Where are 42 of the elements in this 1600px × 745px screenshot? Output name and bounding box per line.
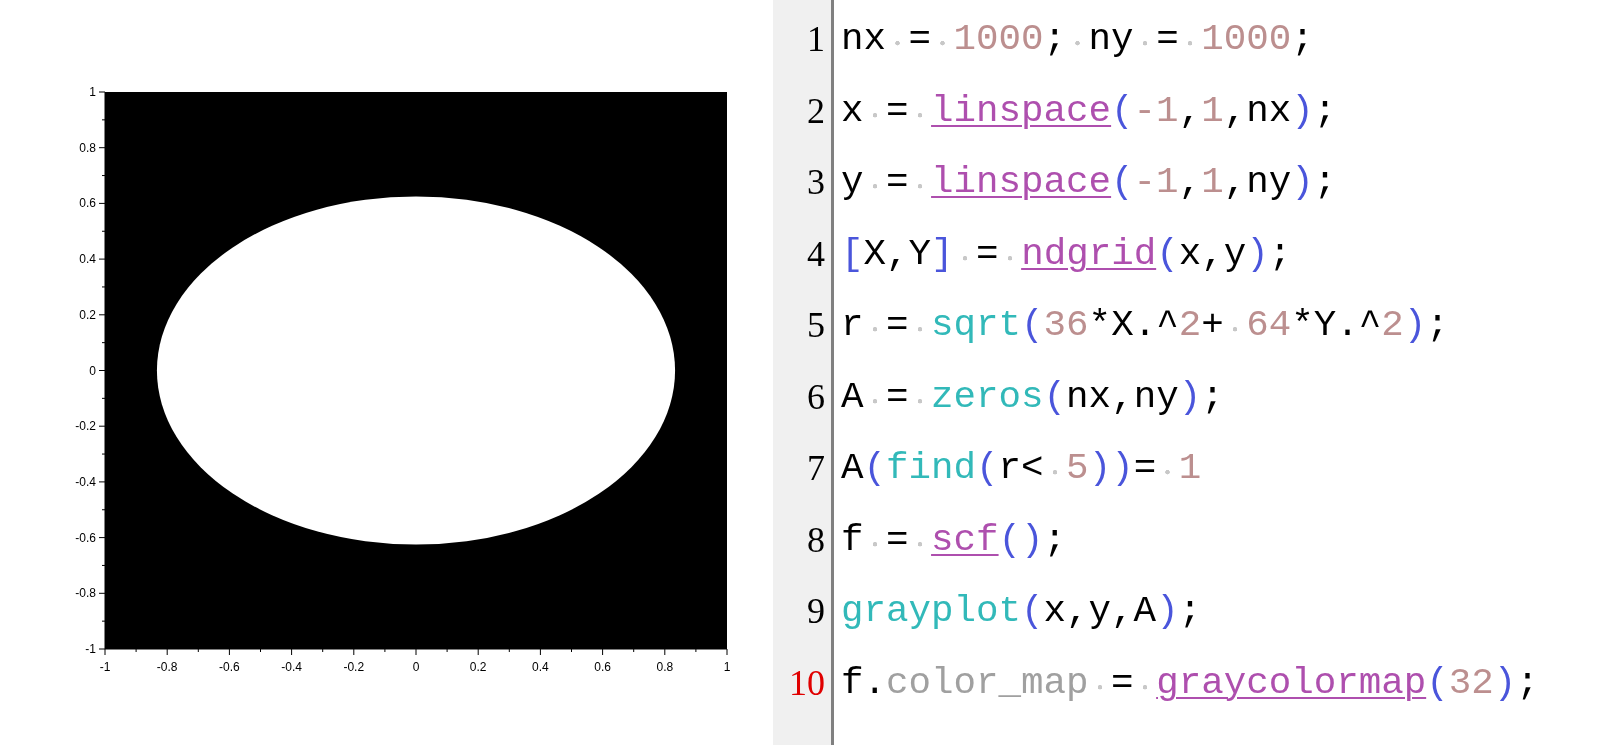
tick-label: 0.2: [469, 660, 487, 674]
code-line: y = linspace(-1,1,ny);: [841, 160, 1337, 205]
tick-label: 0.4: [79, 252, 96, 267]
line-number: 9: [807, 590, 826, 633]
tick-label: -0.2: [75, 419, 96, 434]
code-line: grayplot(x,y,A);: [841, 589, 1202, 634]
tick-label: 0.2: [79, 307, 96, 322]
tick-label: -0.8: [75, 586, 96, 601]
tick-label: 0.6: [79, 196, 96, 211]
tick-label: -1: [99, 660, 111, 674]
tick-label: -0.6: [75, 530, 96, 545]
tick-label: 1: [723, 660, 731, 674]
code-line: [X,Y] = ndgrid(x,y);: [841, 231, 1292, 277]
line-number: 3: [807, 161, 826, 204]
tick-label: 0: [89, 363, 96, 378]
tick-label: 0.4: [532, 660, 549, 674]
line-number: 10: [789, 661, 826, 705]
tick-label: 1: [89, 85, 96, 99]
code-line: r = sqrt(36*X.^2+ 64*Y.^2);: [841, 303, 1449, 348]
tick-label: 0: [412, 660, 420, 674]
line-number: 5: [807, 304, 826, 347]
code-line: nx = 1000; ny = 1000;: [841, 17, 1314, 62]
tick-label: 0.6: [594, 660, 611, 674]
code-line: A(find(r< 5))= 1: [841, 446, 1202, 491]
tick-label: 0.8: [656, 660, 674, 674]
tick-label: -0.6: [219, 660, 240, 674]
line-number: 4: [807, 232, 826, 276]
line-number: 1: [807, 18, 826, 61]
code-line: A = zeros(nx,ny);: [841, 374, 1224, 420]
tick-label: -0.4: [75, 474, 96, 489]
tick-label: -0.8: [156, 660, 178, 674]
code-line: f.color_map = graycolormap(32);: [841, 660, 1539, 706]
tick-label: -1: [85, 642, 96, 656]
code-line: x = linspace(-1,1,nx);: [841, 88, 1337, 134]
tick-label: -0.2: [343, 660, 365, 674]
line-number: 7: [807, 447, 826, 490]
line-number: 6: [807, 375, 826, 419]
line-number: 8: [807, 518, 826, 562]
tick-label: 0.8: [79, 140, 96, 155]
tick-label: -0.4: [281, 660, 302, 674]
code-line: f = scf();: [841, 517, 1067, 563]
line-number: 2: [807, 89, 826, 133]
